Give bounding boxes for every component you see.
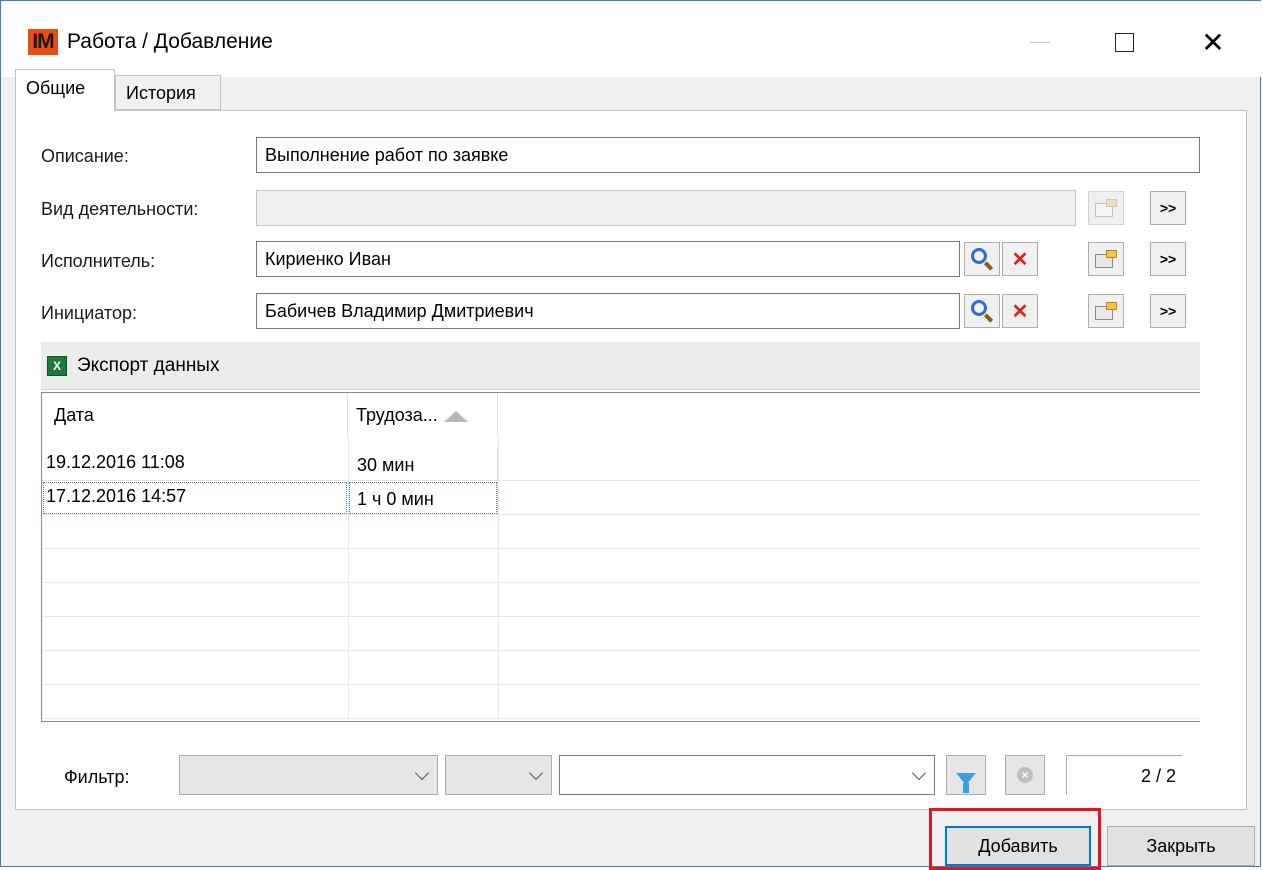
initiator-more-button[interactable]: >> [1150, 294, 1186, 328]
add-button[interactable]: Добавить [945, 826, 1091, 866]
executor-card-button[interactable] [1088, 242, 1124, 276]
executor-label: Исполнитель: [41, 251, 156, 271]
executor-search-button[interactable] [964, 242, 1000, 276]
filter-field-select[interactable] [179, 755, 438, 795]
chevron-down-icon [414, 765, 430, 781]
cell-date: 19.12.2016 11:08 [46, 452, 185, 472]
apply-filter-button[interactable] [946, 755, 986, 795]
cell-labor: 30 мин [348, 447, 498, 481]
clear-icon: × [1017, 767, 1033, 783]
empty-row [42, 617, 1200, 651]
empty-row [42, 685, 1200, 719]
minimize-icon [1030, 41, 1050, 43]
filter-icon [956, 773, 976, 793]
cell-labor: 1 ч 0 мин [348, 481, 498, 515]
grid-toolbar: X Экспорт данных [41, 342, 1200, 390]
minimize-button[interactable] [1010, 19, 1070, 65]
card-icon [1095, 250, 1117, 268]
filter-operator-select[interactable] [445, 755, 552, 795]
activity-type-label: Вид деятельности: [41, 199, 199, 219]
filter-label: Фильтр: [64, 767, 130, 787]
delete-icon: ✕ [1011, 248, 1029, 271]
maximize-button[interactable] [1094, 19, 1154, 65]
record-counter: 2 / 2 [1066, 755, 1182, 795]
excel-icon: X [47, 356, 67, 376]
app-logo-icon: IM [28, 29, 58, 55]
chevron-down-icon [911, 765, 927, 781]
tab-history[interactable]: История [115, 75, 221, 110]
executor-clear-button[interactable]: ✕ [1002, 242, 1038, 276]
table-row[interactable]: 19.12.2016 11:08 30 мин [42, 447, 1200, 481]
column-divider [498, 437, 499, 721]
activity-type-field [256, 190, 1076, 226]
search-icon [971, 248, 987, 264]
delete-icon: ✕ [1011, 300, 1029, 323]
close-window-button[interactable]: ✕ [1183, 19, 1243, 65]
empty-row [42, 515, 1200, 549]
work-grid: Дата Трудоза... 19.12.2016 11:08 30 мин … [41, 392, 1200, 722]
initiator-label: Инициатор: [41, 303, 137, 323]
title-bar[interactable]: IM Работа / Добавление ✕ [1, 1, 1262, 77]
clear-filter-button: × [1005, 755, 1045, 795]
filter-value-combo[interactable] [559, 755, 935, 795]
empty-row [42, 549, 1200, 583]
executor-field[interactable]: Кириенко Иван [256, 241, 960, 277]
initiator-card-button[interactable] [1088, 294, 1124, 328]
table-row[interactable]: 17.12.2016 14:57 1 ч 0 мин [42, 481, 1200, 515]
activity-type-card-button [1088, 191, 1124, 225]
tab-general[interactable]: Общие [15, 69, 115, 112]
column-divider [348, 437, 349, 721]
card-icon [1095, 199, 1117, 217]
initiator-field[interactable]: Бабичев Владимир Дмитриевич [256, 293, 960, 329]
card-icon [1095, 302, 1117, 320]
column-header-date[interactable]: Дата [42, 393, 348, 437]
maximize-icon [1114, 32, 1134, 52]
dialog-window: IM Работа / Добавление ✕ Общие История О… [0, 0, 1262, 870]
description-field[interactable]: Выполнение работ по заявке [256, 137, 1200, 173]
close-icon: ✕ [1201, 26, 1225, 58]
cell-date: 17.12.2016 14:57 [42, 481, 348, 515]
executor-more-button[interactable]: >> [1150, 242, 1186, 276]
description-label: Описание: [41, 146, 129, 166]
empty-row [42, 651, 1200, 685]
search-icon [971, 300, 987, 316]
window-title: Работа / Добавление [67, 30, 273, 53]
chevron-down-icon [528, 765, 544, 781]
activity-type-more-button[interactable]: >> [1150, 191, 1186, 225]
initiator-search-button[interactable] [964, 294, 1000, 328]
sort-ascending-icon [443, 410, 468, 422]
export-data-button[interactable]: Экспорт данных [77, 355, 219, 377]
column-header-labor[interactable]: Трудоза... [348, 393, 498, 437]
initiator-clear-button[interactable]: ✕ [1002, 294, 1038, 328]
close-button[interactable]: Закрыть [1107, 826, 1255, 866]
empty-row [42, 583, 1200, 617]
